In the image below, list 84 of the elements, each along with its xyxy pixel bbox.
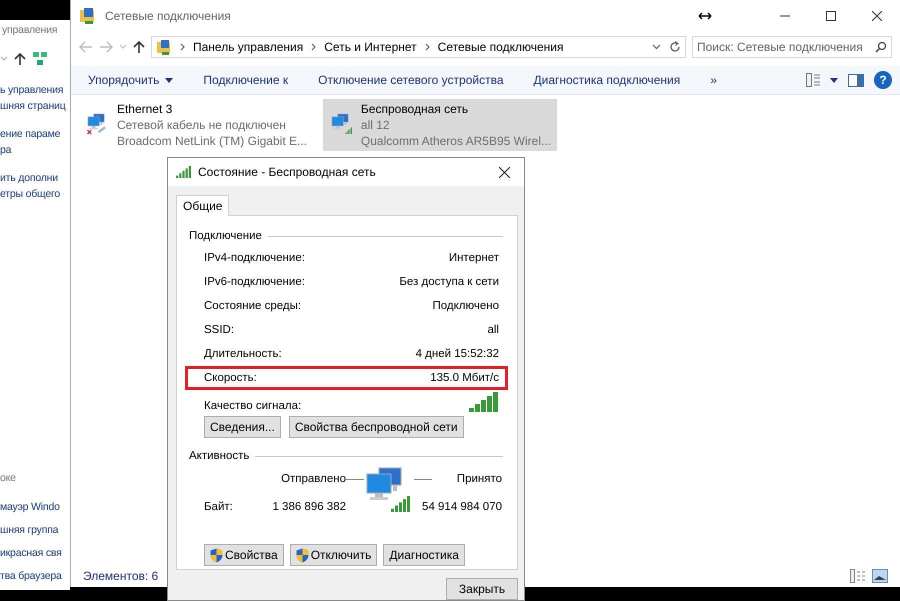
details-view-icon[interactable] <box>850 569 866 583</box>
field-label: Качество сигнала: <box>204 400 302 412</box>
dialog-button[interactable]: Свойства беспроводной сети <box>288 416 464 438</box>
network-computer-icon <box>365 466 413 514</box>
group-heading: Подключение <box>189 230 262 242</box>
field-value: Интернет <box>448 252 499 264</box>
address-bar[interactable]: Панель управления Сеть и Интернет Сетевые подключения <box>151 36 686 58</box>
search-icon[interactable] <box>875 41 887 53</box>
field-value: Без доступа к сети <box>399 276 499 288</box>
close-icon <box>872 11 882 21</box>
dialog-button[interactable]: Диагностика <box>383 544 465 566</box>
dialog-button[interactable]: Свойства <box>204 544 284 566</box>
tab[interactable]: Общие <box>176 195 230 216</box>
connection-item[interactable]: Беспроводная сеть all 12 Qualcomm Atheros AR5B95 Wirel... <box>323 99 557 151</box>
dialog-title: Состояние - Беспроводная сеть <box>198 165 377 179</box>
activity-label: Байт: <box>204 501 234 513</box>
connection-status: all 12 <box>360 117 391 133</box>
address-text: управления <box>1 23 58 38</box>
sidebar-link[interactable]: ра <box>0 142 70 158</box>
section-heading: оке <box>0 471 17 486</box>
help-button[interactable]: ? <box>874 71 892 89</box>
caret-icon[interactable] <box>830 78 838 82</box>
connection-name: Беспроводная сеть <box>360 101 470 117</box>
preview-pane-icon[interactable] <box>848 74 864 86</box>
chevron-right-icon <box>424 43 430 51</box>
adapter-name: Qualcomm Atheros AR5B95 Wirel... <box>360 133 551 149</box>
breadcrumb-item[interactable]: Панель управления <box>193 40 304 54</box>
view-options-icon[interactable] <box>806 73 820 87</box>
toolbar-button[interactable]: Отключение сетевого устройства <box>309 69 512 91</box>
network-icon <box>32 51 48 67</box>
resize-cursor-icon <box>698 12 712 20</box>
connection-item[interactable]: Ethernet 3 Сетевой кабель не подключен Broadcom NetLink (TM) Gigabit E... <box>79 99 313 151</box>
refresh-icon[interactable] <box>669 41 681 53</box>
close-icon <box>498 166 510 178</box>
sidebar-link[interactable]: икрасная свя <box>0 545 70 561</box>
more-button[interactable]: » <box>701 69 726 91</box>
item-count: Элементов: 6 <box>83 569 158 583</box>
adapter-name: Broadcom NetLink (TM) Gigabit E... <box>116 133 307 149</box>
sidebar-link[interactable]: ить дополни <box>0 170 70 186</box>
connection-name: Ethernet 3 <box>116 101 174 117</box>
bytes-value: 54 914 984 070 <box>422 501 502 513</box>
activity-label: Отправлено <box>281 473 346 485</box>
up-arrow-icon[interactable] <box>14 52 26 66</box>
field-label: Состояние среды: <box>204 300 302 312</box>
connection-status: Сетевой кабель не подключен <box>116 117 287 133</box>
maximize-icon <box>826 11 836 21</box>
toolbar-button[interactable]: Упорядочить <box>79 69 182 91</box>
signal-quality-icon <box>469 392 499 412</box>
field-label: IPv6-подключение: <box>204 276 305 288</box>
sidebar-link[interactable]: етры общего <box>0 186 70 202</box>
chevron-right-icon <box>311 43 316 51</box>
search-field[interactable]: Поиск: Сетевые подключения <box>692 36 892 58</box>
dialog-button[interactable]: Сведения... <box>204 416 281 438</box>
network-folder-icon <box>79 7 97 25</box>
sidebar-link[interactable]: шняя страниц <box>0 98 70 114</box>
chevron-right-icon <box>180 43 185 51</box>
field-label: Скорость: <box>204 372 257 384</box>
toolbar-button[interactable]: Подключение к <box>194 69 298 91</box>
field-value: Подключено <box>432 300 499 312</box>
window-title: Сетевые подключения <box>105 9 232 23</box>
signal-bars-icon <box>176 166 192 178</box>
sidebar-link[interactable]: шняя группа <box>0 522 70 538</box>
field-label: Длительность: <box>204 348 282 360</box>
sidebar-link[interactable]: ь управления <box>0 82 70 98</box>
group-heading: Активность <box>189 450 250 462</box>
close-dialog-button[interactable]: Закрыть <box>446 578 518 600</box>
large-icons-view-icon[interactable] <box>872 569 888 583</box>
bytes-value: 1 386 896 382 <box>272 501 346 513</box>
activity-label: Принято <box>456 473 502 485</box>
field-value: all <box>487 324 499 336</box>
field-label: SSID: <box>204 324 234 336</box>
sidebar-link[interactable]: ение параме <box>0 126 70 142</box>
field-value: 135.0 Мбит/с <box>430 372 499 384</box>
dialog-button[interactable]: Отключить <box>290 544 378 566</box>
field-value: 4 дней 15:52:32 <box>416 348 499 360</box>
field-label: IPv4-подключение: <box>204 252 305 264</box>
sidebar-link[interactable]: мауэр Windo <box>0 499 70 515</box>
breadcrumb-item[interactable]: Сетевые подключения <box>438 40 564 54</box>
network-folder-icon <box>156 39 172 55</box>
breadcrumb-item[interactable]: Сеть и Интернет <box>324 40 417 54</box>
sidebar-link[interactable]: тва браузера <box>0 568 70 584</box>
toolbar-button[interactable]: Диагностика подключения <box>524 69 690 91</box>
chevron-down-icon[interactable] <box>652 44 661 50</box>
up-arrow-icon[interactable] <box>133 40 145 54</box>
